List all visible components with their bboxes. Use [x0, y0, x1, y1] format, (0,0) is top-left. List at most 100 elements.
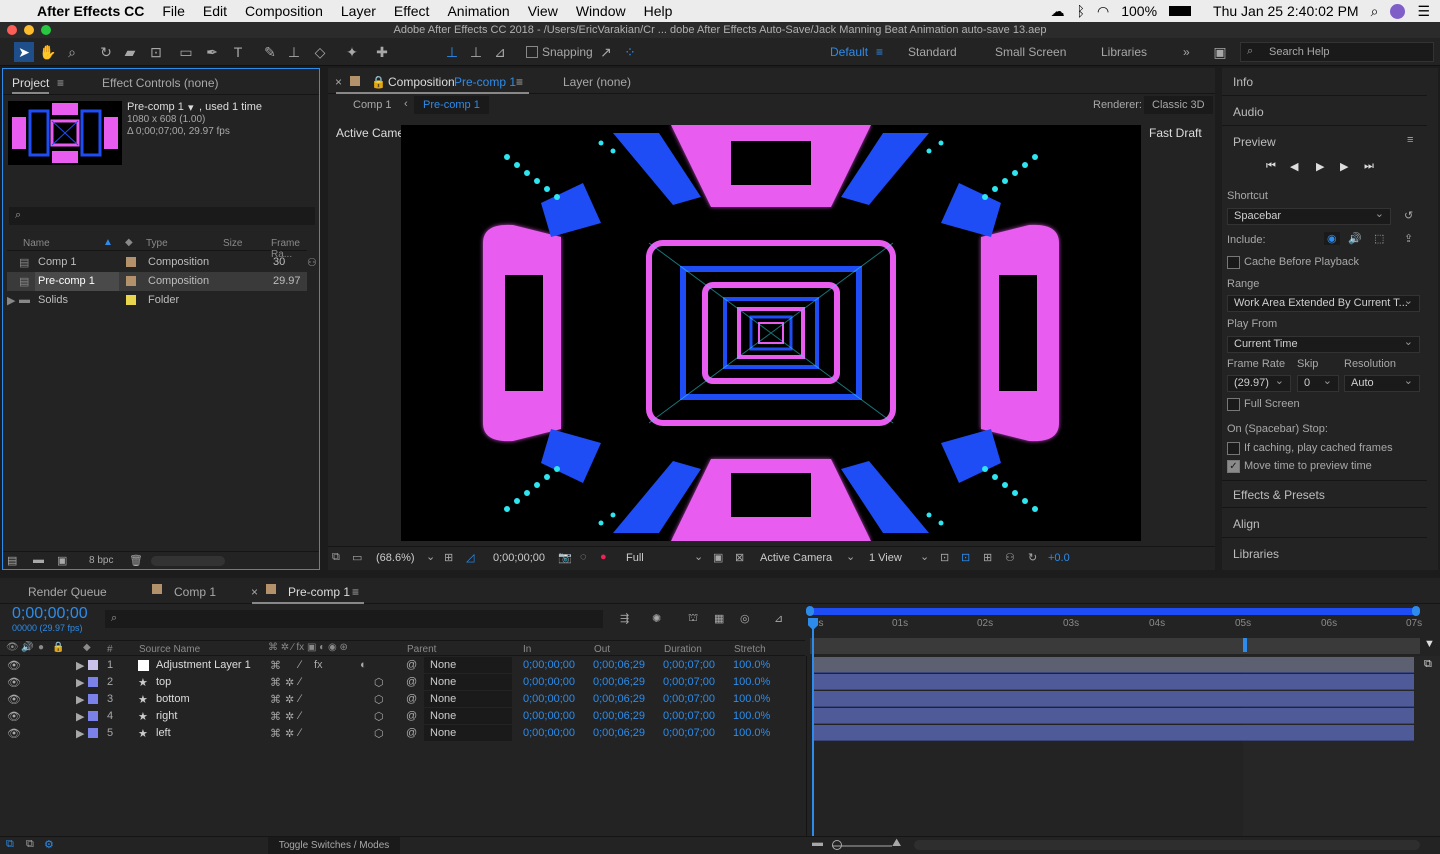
full-screen-checkbox[interactable] [1227, 398, 1240, 411]
zoom-out-icon[interactable]: ▬ [812, 837, 823, 849]
twirl-icon[interactable]: ▶ [76, 659, 84, 672]
twirl-icon[interactable]: ▶ [76, 676, 84, 689]
timeline-horizontal-scrollbar[interactable] [914, 840, 1420, 850]
timeline-search-input[interactable]: ⌕ [105, 610, 603, 628]
region-of-interest-icon[interactable]: ▣ [713, 551, 723, 564]
resolution-dropdown[interactable]: Auto [1344, 375, 1420, 392]
minimize-window-button[interactable] [24, 25, 34, 35]
twirl-icon[interactable]: ▶ [76, 727, 84, 740]
snapping-checkbox[interactable] [526, 46, 538, 58]
close-tab-icon[interactable]: × [251, 585, 258, 599]
close-tab-icon[interactable]: × [335, 75, 342, 89]
layer-bar-2[interactable] [814, 674, 1414, 690]
chevron-down-icon[interactable]: ⌄ [920, 550, 929, 563]
workspace-menu-icon[interactable]: ≡ [876, 45, 883, 59]
creative-cloud-icon[interactable]: ☁ [1051, 3, 1065, 20]
video-switch-icon[interactable]: 👁 [6, 642, 19, 653]
layer-row-3[interactable]: 👁 ▶ 3 ★ bottom ⌘ ✲ ∕ ⬡ @ None 0;00;00;00… [0, 691, 805, 708]
skip-dropdown[interactable]: 0 [1297, 375, 1339, 392]
shortcut-dropdown[interactable]: Spacebar [1227, 208, 1391, 225]
work-area-start-handle[interactable] [806, 606, 814, 616]
eye-icon[interactable]: 👁 [7, 676, 21, 689]
work-area-marker[interactable] [1243, 638, 1247, 652]
tab-comp1[interactable]: Comp 1 [174, 585, 216, 599]
layer-row-5[interactable]: 👁 ▶ 5 ★ left ⌘ ✲ ∕ ⬡ @ None 0;00;00;00 0… [0, 725, 805, 742]
col-name[interactable]: Name [23, 238, 50, 249]
breadcrumb-precomp1[interactable]: Pre-comp 1 [414, 96, 489, 114]
toggle-switches-modes-button[interactable]: Toggle Switches / Modes [268, 837, 400, 854]
layer-row-2[interactable]: 👁 ▶ 2 ★ top ⌘ ✲ ∕ ⬡ @ None 0;00;00;00 0;… [0, 674, 805, 691]
view-axis-icon[interactable]: ⊿ [490, 42, 510, 62]
layer-row-4[interactable]: 👁 ▶ 4 ★ right ⌘ ✲ ∕ ⬡ @ None 0;00;00;00 … [0, 708, 805, 725]
pen-tool-icon[interactable]: ✒ [202, 42, 222, 62]
project-item-precomp1[interactable]: ▤ Pre-comp 1 Composition 29.97 [7, 272, 307, 291]
clone-stamp-tool-icon[interactable]: ⊥ [284, 42, 304, 62]
pick-whip-icon[interactable]: @ [406, 659, 417, 671]
layer-bar-1[interactable] [814, 657, 1414, 673]
magnification-dropdown[interactable]: (68.6%) [376, 552, 415, 564]
sort-ascending-icon[interactable]: ▲ [103, 237, 113, 248]
play-icon[interactable]: ▶ [1316, 160, 1324, 173]
layer-out[interactable]: 0;00;06;29 [593, 659, 645, 671]
last-frame-icon[interactable]: ⏭ [1364, 160, 1374, 173]
parent-dropdown[interactable]: None [424, 657, 512, 673]
include-video-icon[interactable]: ◉ [1324, 232, 1340, 245]
workspace-small-screen[interactable]: Small Screen [995, 45, 1066, 59]
col-parent[interactable]: Parent [407, 644, 436, 655]
project-panel-menu-icon[interactable]: ≡ [57, 76, 64, 90]
workspace-libraries[interactable]: Libraries [1101, 45, 1147, 59]
channel-icon[interactable]: ● [600, 551, 607, 563]
menu-animation[interactable]: Animation [447, 3, 509, 19]
search-help-field[interactable]: ⌕ Search Help [1240, 42, 1434, 62]
collapse-switch-icon[interactable]: ✲ [285, 710, 294, 723]
col-stretch[interactable]: Stretch [734, 644, 766, 655]
reset-exposure-icon[interactable]: ↻ [1028, 551, 1037, 564]
frame-rate-dropdown[interactable]: (29.97) [1227, 375, 1291, 392]
collapse-switch-icon[interactable]: ✲ [285, 727, 294, 740]
app-menu[interactable]: After Effects CC [37, 3, 144, 19]
flowchart-icon[interactable]: ⚇ [1005, 551, 1015, 564]
3d-layer-icon[interactable]: ⬡ [374, 693, 384, 706]
layer-bar-3[interactable] [814, 691, 1414, 707]
time-ruler[interactable] [806, 606, 1440, 656]
transparency-grid-icon[interactable]: ◿ [466, 551, 474, 564]
sync-settings-icon[interactable]: ▣ [1210, 42, 1230, 62]
preview-menu-icon[interactable]: ≡ [1407, 134, 1413, 146]
bluetooth-icon[interactable]: ᛒ [1077, 3, 1085, 19]
timeline-menu-icon[interactable]: ≡ [352, 585, 359, 599]
layer-name[interactable]: Adjustment Layer 1 [156, 659, 251, 671]
spotlight-icon[interactable]: ⌕ [1371, 3, 1379, 20]
cache-before-playback-checkbox[interactable] [1227, 256, 1240, 269]
range-dropdown[interactable]: Work Area Extended By Current T... [1227, 295, 1420, 312]
layer-stretch[interactable]: 100.0% [733, 727, 770, 739]
draft-3d-icon[interactable]: ✺ [652, 612, 661, 625]
timeline-timecode[interactable]: 0;00;00;00 [12, 605, 88, 623]
quality-switch-icon[interactable]: ∕ [299, 676, 301, 688]
always-preview-icon[interactable]: ⧉ [332, 551, 340, 564]
label-swatch[interactable] [126, 276, 136, 286]
label-swatch[interactable] [88, 728, 98, 738]
layer-duration[interactable]: 0;00;07;00 [663, 676, 715, 688]
layer-in[interactable]: 0;00;00;00 [523, 676, 575, 688]
menu-file[interactable]: File [162, 3, 185, 19]
previous-frame-icon[interactable]: ◀ [1290, 160, 1298, 173]
label-swatch[interactable] [126, 257, 136, 267]
chevron-down-icon[interactable]: ⌄ [694, 550, 703, 563]
layer-name[interactable]: top [156, 676, 171, 688]
layer-in[interactable]: 0;00;00;00 [523, 727, 575, 739]
col-source-name[interactable]: Source Name [139, 644, 200, 655]
parent-dropdown[interactable]: None [424, 674, 512, 690]
libraries-header[interactable]: Libraries [1222, 540, 1427, 568]
layer-stretch[interactable]: 100.0% [733, 676, 770, 688]
effect-switch-icon[interactable]: fx [314, 659, 323, 671]
renderer-button[interactable]: Classic 3D [1144, 96, 1213, 114]
lock-icon[interactable]: 🔒 [371, 75, 386, 89]
3d-layer-icon[interactable]: ⬡ [374, 727, 384, 740]
parent-dropdown[interactable]: None [424, 708, 512, 724]
hand-tool-icon[interactable]: ✋ [38, 42, 58, 62]
label-swatch[interactable] [88, 660, 98, 670]
menu-effect[interactable]: Effect [394, 3, 430, 19]
col-out[interactable]: Out [594, 644, 610, 655]
preview-panel-header[interactable]: Preview ≡ [1222, 128, 1427, 156]
new-composition-icon[interactable]: ▣ [57, 554, 67, 567]
